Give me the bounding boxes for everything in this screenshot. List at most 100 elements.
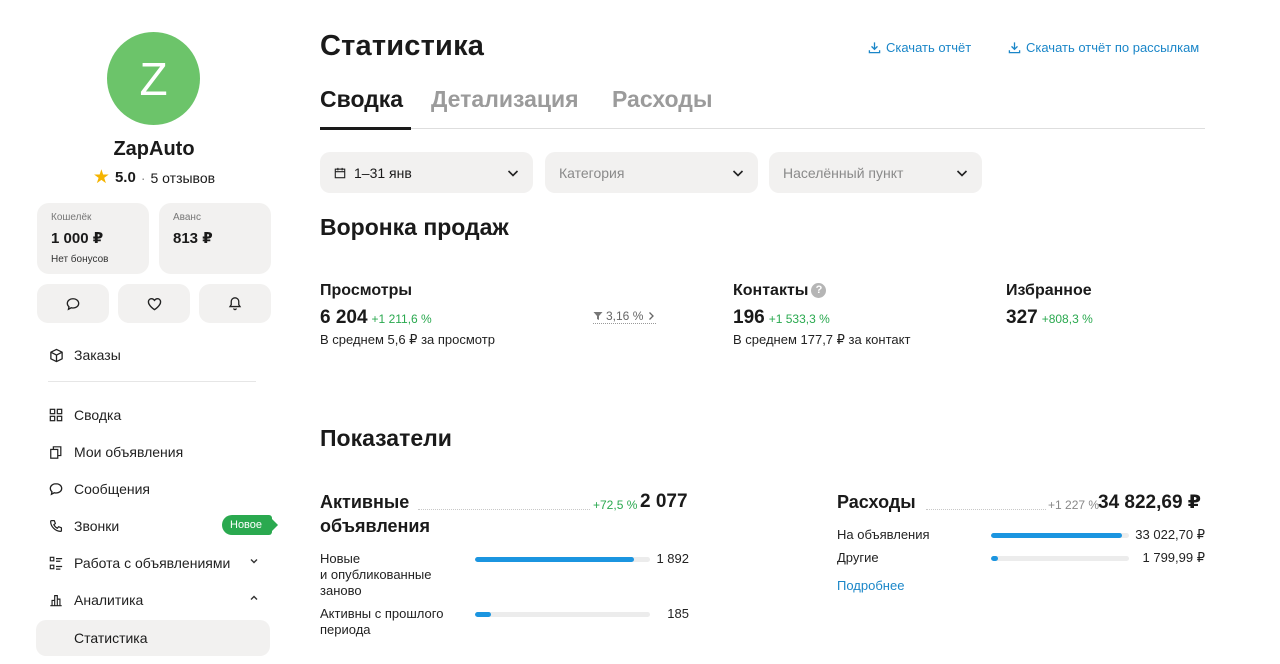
favorites-value: 327 +808,3 %: [1006, 307, 1093, 329]
active-row-previous-label: Активны с прошлого периода: [320, 606, 443, 638]
label-line: периода: [320, 622, 371, 637]
messages-button[interactable]: [37, 284, 109, 323]
active-ads-delta: +72,5 %: [593, 498, 638, 512]
sidebar-item-label: Заказы: [74, 347, 121, 363]
label-line: Активны с прошлого: [320, 606, 444, 621]
conversion-link[interactable]: 3,16 %: [593, 309, 657, 324]
contacts-label: Контакты?: [733, 282, 827, 300]
city-filter-placeholder: Населённый пункт: [783, 164, 904, 181]
sidebar-item-label: Звонки: [74, 518, 120, 534]
list-icon: [48, 555, 64, 571]
favorites-number: 327: [1006, 307, 1038, 328]
tab-expenses[interactable]: Расходы: [612, 86, 713, 113]
expenses-row-ads-label: На объявления: [837, 527, 930, 542]
tab-details[interactable]: Детализация: [431, 86, 579, 113]
date-filter-value: 1–31 янв: [354, 164, 412, 181]
reviews-link[interactable]: 5 отзывов: [151, 170, 216, 186]
label-line: Новые: [320, 551, 361, 566]
sidebar-item-label: Сообщения: [74, 481, 150, 497]
views-label: Просмотры: [320, 282, 413, 299]
city-filter[interactable]: Населённый пункт: [769, 152, 982, 193]
contacts-delta: +1 533,3 %: [768, 312, 830, 326]
sidebar-item-label: Работа с объявлениями: [74, 555, 231, 571]
download-icon: [868, 42, 881, 54]
sidebar-item-ad-tools[interactable]: Работа с объявлениями: [48, 551, 272, 575]
download-report-link[interactable]: Скачать отчёт: [868, 40, 971, 55]
expenses-total: 34 822,69 ₽: [1098, 492, 1202, 513]
box-icon: [48, 347, 64, 363]
active-ads-title-line2: объявления: [320, 516, 430, 536]
rating: ★ 5.0 · 5 отзывов: [36, 168, 272, 187]
sidebar: Z ZapAuto ★ 5.0 · 5 отзывов Кошелёк 1 00…: [36, 30, 279, 664]
tabs-divider: [320, 128, 1205, 129]
sidebar-item-label: Сводка: [74, 407, 122, 423]
chevron-right-icon: [649, 312, 655, 320]
wallet-note: Нет бонусов: [51, 254, 109, 265]
expenses-row-other-label: Другие: [837, 550, 879, 565]
page-title: Статистика: [320, 30, 485, 62]
progress-fill: [991, 556, 999, 561]
download-icon: [1008, 42, 1021, 54]
category-filter[interactable]: Категория: [545, 152, 758, 193]
copy-icon: [48, 444, 64, 460]
star-icon: ★: [92, 167, 110, 188]
chevron-down-icon: [250, 559, 258, 564]
chat-icon: [48, 481, 64, 497]
expenses-delta: +1 227 %: [1048, 498, 1100, 512]
views-delta: +1 211,6 %: [371, 312, 432, 326]
notifications-button[interactable]: [199, 284, 271, 323]
active-row-previous-value: 185: [667, 606, 689, 621]
dotted-leader: [418, 509, 590, 510]
more-details-link[interactable]: Подробнее: [837, 578, 904, 593]
sidebar-item-summary[interactable]: Сводка: [48, 403, 272, 427]
funnel-title: Воронка продаж: [320, 214, 509, 240]
advance-caption: Аванс: [173, 212, 201, 223]
sidebar-item-calls[interactable]: Звонки Новое: [48, 514, 279, 538]
download-mailing-label: Скачать отчёт по рассылкам: [1026, 40, 1200, 55]
advance-card[interactable]: Аванс 813 ₽: [159, 203, 271, 274]
expenses-row-other-value: 1 799,99 ₽: [1142, 550, 1206, 565]
favorites-delta: +808,3 %: [1041, 312, 1093, 326]
grid-icon: [48, 407, 64, 423]
wallet-card[interactable]: Кошелёк 1 000 ₽ Нет бонусов: [37, 203, 149, 274]
active-ads-title-line1: Активные: [320, 492, 410, 512]
label-line: заново: [320, 583, 362, 598]
chevron-down-icon: [507, 170, 519, 177]
active-ads-title: Активные объявления: [320, 490, 430, 538]
favorites-button[interactable]: [118, 284, 190, 323]
rating-separator: ·: [140, 169, 146, 186]
chevron-down-icon: [956, 170, 968, 177]
favorites-label: Избранное: [1006, 282, 1092, 299]
active-row-new-value: 1 892: [656, 551, 689, 566]
wallet-caption: Кошелёк: [51, 212, 92, 223]
contacts-value: 196 +1 533,3 %: [733, 307, 830, 329]
download-mailing-report-link[interactable]: Скачать отчёт по рассылкам: [1008, 40, 1199, 55]
help-icon[interactable]: ?: [811, 282, 827, 298]
label-line: и опубликованные: [320, 567, 432, 582]
active-row-new-label: Новые и опубликованные заново: [320, 551, 431, 599]
sidebar-divider: [48, 381, 256, 382]
chart-icon: [48, 592, 64, 608]
avatar[interactable]: Z: [107, 32, 200, 125]
shop-name[interactable]: ZapAuto: [36, 138, 272, 161]
date-filter[interactable]: 1–31 янв: [320, 152, 533, 193]
filter-funnel-icon: [593, 312, 603, 320]
sidebar-item-label: Аналитика: [74, 592, 144, 608]
sidebar-item-my-ads[interactable]: Мои объявления: [48, 440, 272, 464]
dotted-leader: [926, 509, 1046, 510]
views-value: 6 204 +1 211,6 %: [320, 307, 432, 329]
chevron-up-icon: [250, 595, 258, 600]
sidebar-item-label: Мои объявления: [74, 444, 184, 460]
conversion-value: 3,16 %: [606, 309, 644, 323]
chat-icon: [66, 297, 80, 310]
rating-score: 5.0: [114, 169, 136, 186]
new-badge: Новое: [222, 515, 279, 535]
tab-summary[interactable]: Сводка: [320, 86, 403, 113]
progress-fill: [475, 612, 491, 617]
sidebar-item-analytics[interactable]: Аналитика: [48, 588, 272, 612]
expenses-title: Расходы: [837, 492, 916, 512]
expenses-row-ads-value: 33 022,70 ₽: [1135, 527, 1205, 542]
sidebar-item-statistics[interactable]: Статистика: [36, 620, 270, 656]
sidebar-item-orders[interactable]: Заказы: [48, 343, 272, 367]
sidebar-item-messages[interactable]: Сообщения: [48, 477, 272, 501]
